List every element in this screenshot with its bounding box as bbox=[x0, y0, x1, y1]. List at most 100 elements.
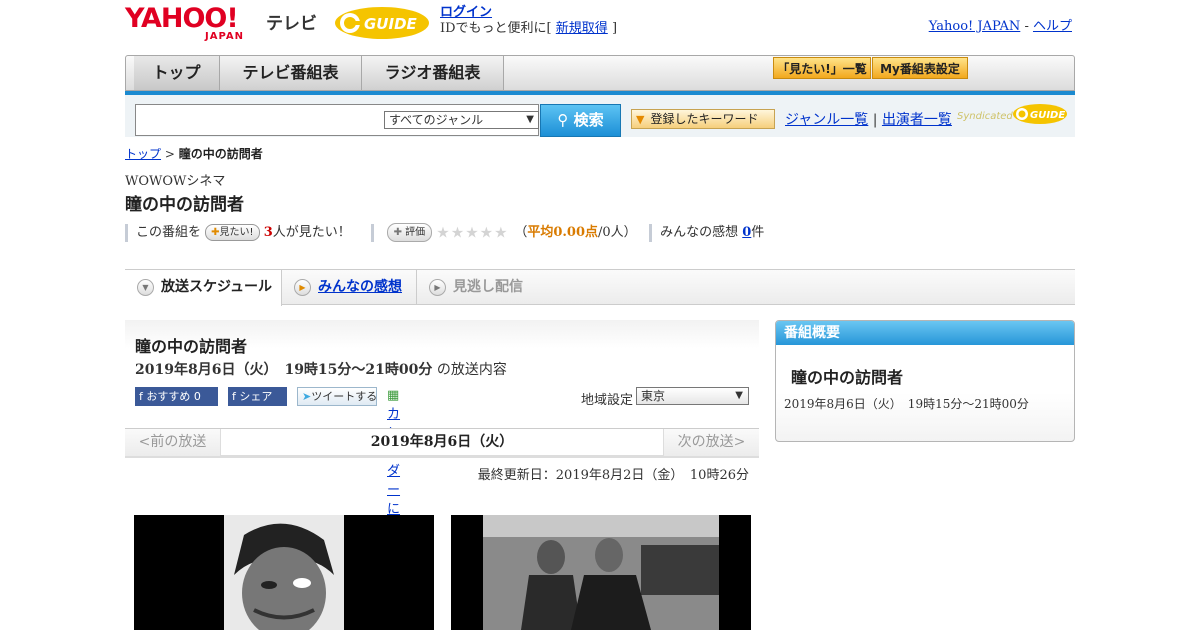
divider bbox=[125, 223, 128, 242]
genre-select[interactable]: すべてのジャンル ▼ bbox=[384, 111, 539, 129]
program-overview-panel: 番組概要 瞳の中の訪問者 2019年8月6日（火） 19時15分～21時00分 bbox=[775, 320, 1075, 442]
star-icon: ★ bbox=[479, 223, 495, 242]
yahoo-logo[interactable]: YAHOO! JAPAN bbox=[125, 5, 244, 42]
mitai-count: 3 bbox=[263, 225, 273, 240]
facebook-icon: f bbox=[139, 390, 143, 403]
schedule-title: 瞳の中の訪問者 bbox=[135, 337, 248, 356]
gguide-small-logo: GUIDE bbox=[1012, 102, 1068, 130]
rating-stars: ★★★★★ bbox=[436, 224, 514, 242]
mitai-button[interactable]: ✚見たい! bbox=[205, 224, 260, 241]
cast-list-link[interactable]: 出演者一覧 bbox=[882, 112, 952, 128]
facebook-share-label: シェア bbox=[239, 390, 273, 403]
tab-schedule[interactable]: ▼ 放送スケジュール bbox=[125, 270, 282, 306]
tab-impressions-label[interactable]: みんなの感想 bbox=[318, 279, 402, 295]
signup-link[interactable]: 新規取得 bbox=[556, 21, 608, 36]
nav-tab-tv-schedule[interactable]: テレビ番組表 bbox=[220, 56, 362, 90]
star-icon: ★ bbox=[450, 223, 466, 242]
plus-icon: ✚ bbox=[211, 227, 220, 238]
avg-open: （ bbox=[514, 225, 528, 240]
tweet-button[interactable]: ➤ツイートする bbox=[297, 387, 377, 406]
gguide-logo-text: GUIDE bbox=[364, 15, 418, 33]
mitai-suffix: 人が見たい！ bbox=[272, 225, 351, 240]
channel-name: WOWOWシネマ bbox=[125, 174, 226, 189]
breadcrumb-current: 瞳の中の訪問者 bbox=[178, 147, 263, 161]
my-schedule-button[interactable]: My番組表設定 bbox=[872, 57, 968, 79]
tab-catchup[interactable]: ▶ 見逃し配信 bbox=[417, 270, 557, 304]
chevron-down-icon: ▼ bbox=[526, 114, 534, 125]
star-icon: ★ bbox=[465, 223, 480, 242]
yahoo-japan-wordmark: JAPAN bbox=[205, 31, 244, 42]
mitai-prefix: この番組を bbox=[136, 225, 202, 240]
star-icon: ★ bbox=[494, 223, 509, 242]
star-icon: ★ bbox=[436, 223, 451, 242]
rate-button-label: 評価 bbox=[405, 227, 426, 238]
overview-date: 2019年8月6日（火） 19時15分～21時00分 bbox=[784, 397, 1029, 411]
gguide-small-logo-text: GUIDE bbox=[1030, 110, 1065, 121]
plus-icon: ✚ bbox=[393, 227, 402, 238]
content-tabs: ▼ 放送スケジュール ▶ みんなの感想 ▶ 見逃し配信 bbox=[125, 269, 1075, 306]
avg-people: /0人） bbox=[598, 225, 637, 240]
chevron-right-icon: ▶ bbox=[294, 279, 311, 296]
help-link[interactable]: ヘルプ bbox=[1033, 19, 1072, 34]
schedule-date: 2019年8月6日（火） 19時15分～21時00分 の放送内容 bbox=[135, 359, 507, 379]
registered-keyword-button[interactable]: ▼ 登録したキーワード bbox=[631, 109, 775, 129]
breadcrumb: トップ > 瞳の中の訪問者 bbox=[125, 145, 263, 162]
login-sub-prefix: IDでもっと便利に[ bbox=[440, 21, 552, 36]
search-button-label: 検索 bbox=[573, 111, 604, 129]
chevron-right-icon: ▶ bbox=[429, 279, 446, 296]
search-icon: ⚲ bbox=[557, 111, 569, 129]
impressions-unit: 件 bbox=[751, 225, 765, 240]
tab-impressions[interactable]: ▶ みんなの感想 bbox=[282, 270, 417, 304]
search-links: ジャンル一覧 | 出演者一覧 bbox=[785, 109, 952, 129]
schedule-datetime: 2019年8月6日（火） 19時15分～21時00分 bbox=[135, 362, 433, 378]
syndicated-label: Syndicated bbox=[957, 111, 1013, 122]
schedule-date-suffix: の放送内容 bbox=[436, 362, 507, 378]
breadcrumb-top[interactable]: トップ bbox=[125, 147, 161, 161]
next-broadcast-button[interactable]: 次の放送> bbox=[663, 429, 759, 456]
search-links-sep: | bbox=[868, 112, 882, 128]
mitai-button-label: 見たい! bbox=[219, 227, 254, 238]
program-stats: この番組を ✚見たい! 3人が見たい！ ✚ 評価 ★★★★★ （平均0.00点/… bbox=[125, 221, 765, 242]
facebook-recommend-label: おすすめ bbox=[146, 390, 191, 403]
impressions-count-link[interactable]: 0 bbox=[742, 225, 751, 240]
chevron-down-icon: ▼ bbox=[735, 390, 743, 401]
region-select[interactable]: 東京 ▼ bbox=[636, 387, 749, 405]
chevron-down-icon: ▼ bbox=[137, 279, 154, 296]
divider bbox=[649, 223, 653, 242]
broadcast-pager: <前の放送 2019年8月6日（火） 次の放送> bbox=[125, 428, 759, 458]
prev-broadcast-button[interactable]: <前の放送 bbox=[125, 429, 221, 456]
genre-list-link[interactable]: ジャンル一覧 bbox=[785, 112, 868, 128]
facebook-share-button[interactable]: f シェア bbox=[228, 387, 287, 406]
twitter-bird-icon: ➤ bbox=[302, 390, 312, 403]
nav-tab-radio-schedule[interactable]: ラジオ番組表 bbox=[362, 56, 504, 90]
tweet-label: ツイートする bbox=[311, 390, 378, 403]
program-still-1[interactable] bbox=[134, 515, 434, 630]
avg-score: 平均0.00点 bbox=[527, 225, 599, 240]
top-links: Yahoo! JAPAN - ヘルプ bbox=[929, 15, 1072, 34]
facebook-recommend-button[interactable]: f おすすめ 0 bbox=[135, 387, 218, 406]
search-button[interactable]: ⚲ 検索 bbox=[540, 104, 621, 137]
calendar-add-icon: ▦ bbox=[387, 388, 400, 403]
login-sub-suffix: ] bbox=[611, 21, 618, 36]
login-link[interactable]: ログイン bbox=[440, 5, 492, 20]
tv-label: テレビ bbox=[266, 14, 317, 34]
region-label: 地域設定 bbox=[581, 393, 634, 408]
login-box: ログイン IDでもっと便利に[ 新規取得 ] bbox=[440, 5, 617, 37]
program-still-2[interactable] bbox=[451, 515, 751, 630]
yahoo-japan-link[interactable]: Yahoo! JAPAN bbox=[929, 19, 1021, 34]
triangle-down-icon: ▼ bbox=[636, 113, 645, 126]
rate-button[interactable]: ✚ 評価 bbox=[386, 223, 433, 242]
region-select-value: 東京 bbox=[641, 389, 666, 403]
facebook-icon: f bbox=[232, 390, 236, 403]
main-nav: トップ テレビ番組表 ラジオ番組表 「見たい!」一覧 My番組表設定 bbox=[125, 55, 1075, 91]
registered-keyword-label: 登録したキーワード bbox=[650, 112, 759, 126]
page-title: 瞳の中の訪問者 bbox=[125, 195, 244, 215]
mitai-list-button[interactable]: 「見たい!」一覧 bbox=[773, 57, 871, 79]
gguide-logo[interactable]: GUIDE bbox=[334, 6, 432, 40]
overview-title: 瞳の中の訪問者 bbox=[791, 368, 904, 387]
genre-select-value: すべてのジャンル bbox=[389, 113, 484, 127]
pager-date: 2019年8月6日（火） bbox=[370, 434, 514, 450]
overview-header: 番組概要 bbox=[776, 321, 1074, 345]
nav-tab-top[interactable]: トップ bbox=[134, 56, 220, 90]
tab-catchup-label: 見逃し配信 bbox=[453, 279, 523, 295]
